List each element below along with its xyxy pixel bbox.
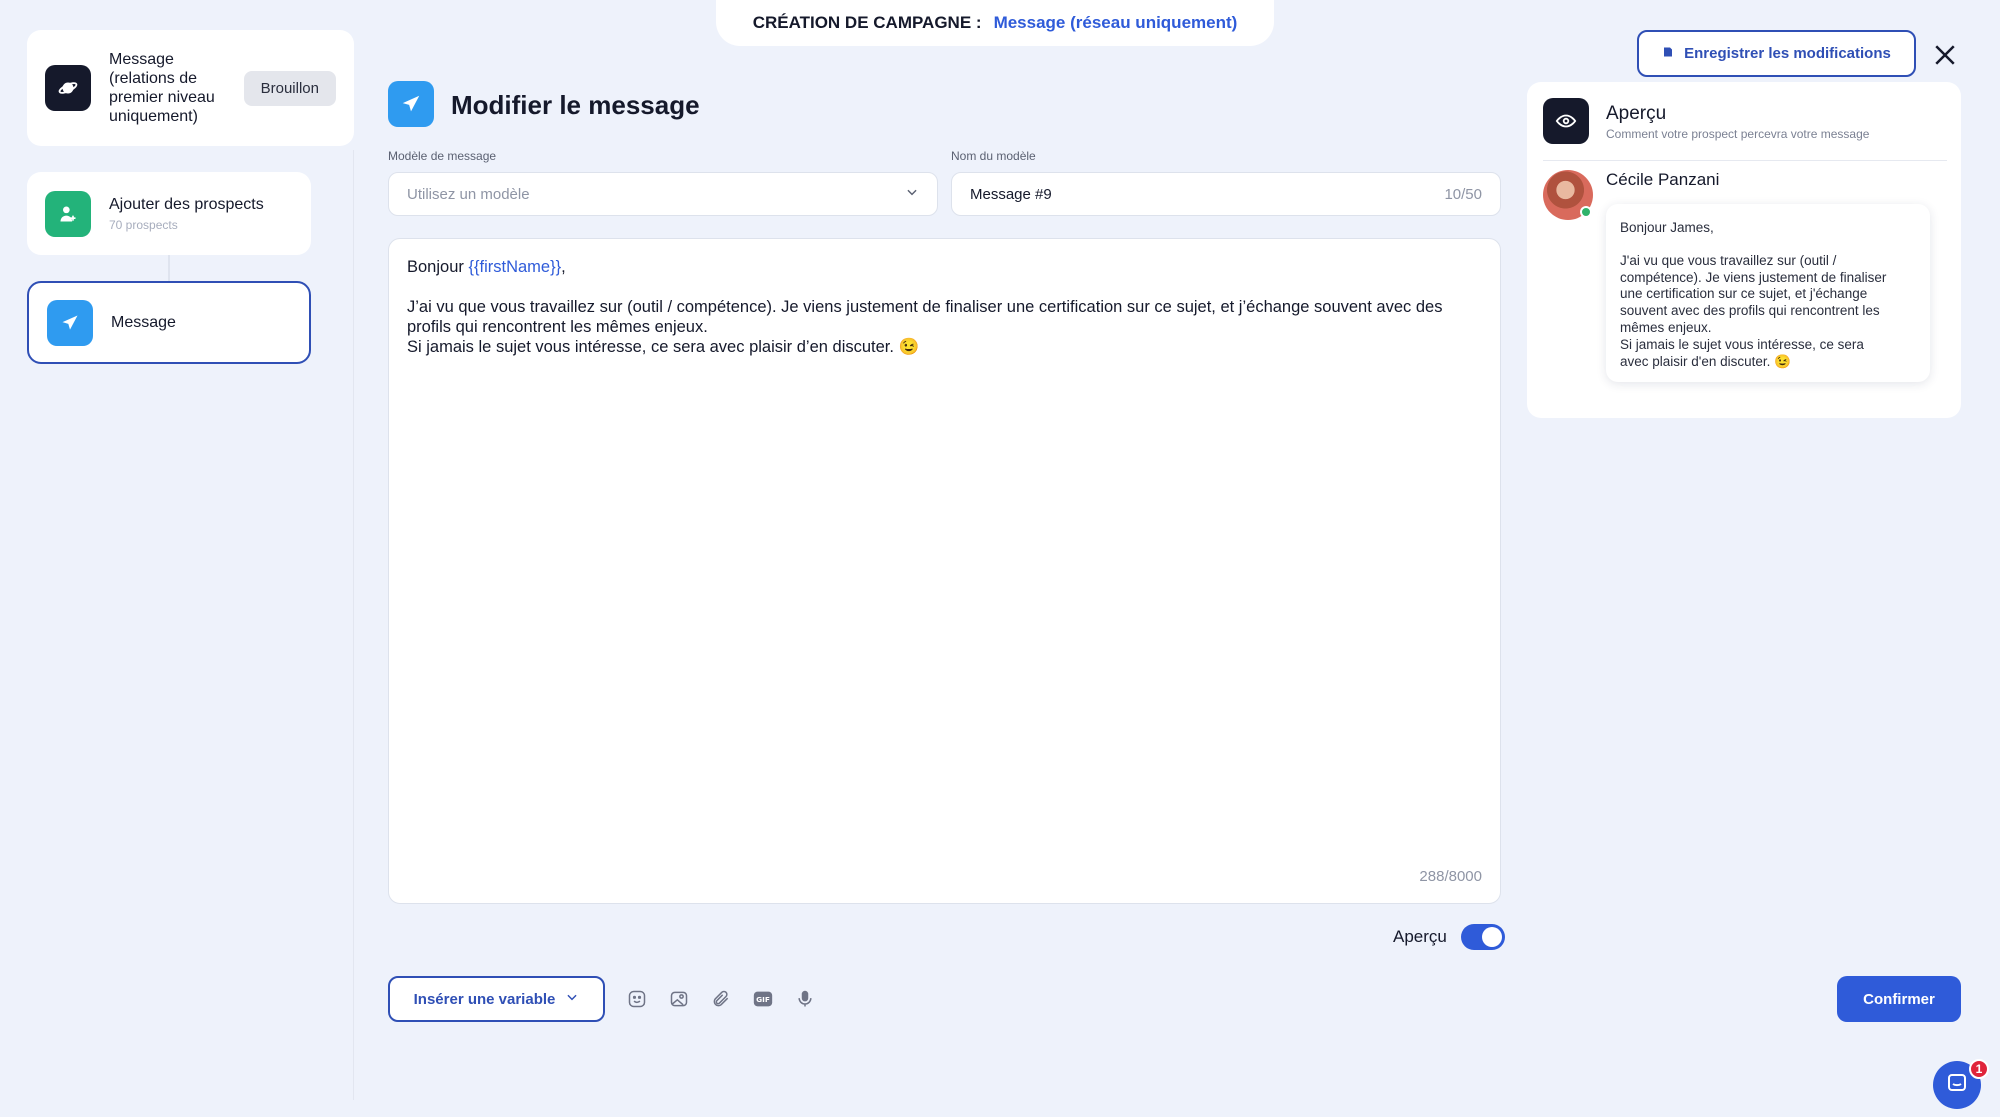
chat-icon (1945, 1071, 1969, 1100)
paper-plane-icon (47, 299, 93, 346)
image-icon[interactable] (667, 987, 691, 1011)
confirm-button[interactable]: Confirmer (1837, 976, 1961, 1022)
bubble-line: mêmes enjeux. (1620, 319, 1712, 335)
emoji-icon[interactable] (625, 987, 649, 1011)
close-icon[interactable] (1930, 40, 1960, 70)
preview-title: Aperçu (1606, 103, 1667, 124)
save-icon (1662, 45, 1674, 62)
status-badge: Brouillon (243, 70, 336, 106)
template-name-value: Message #9 (970, 185, 1052, 203)
template-select[interactable]: Utilisez un modèle (388, 172, 938, 216)
preview-toggle-label: Aperçu (1393, 927, 1447, 946)
paper-plane-icon (388, 81, 434, 127)
insert-variable-label: Insérer une variable (413, 990, 556, 1008)
template-name-count: 10/50 (1444, 185, 1482, 203)
preview-panel: Aperçu Comment votre prospect percevra v… (1527, 82, 1961, 418)
message-editor[interactable]: Bonjour {{firstName}}, J’ai vu que vous … (388, 238, 1501, 904)
step-connector (168, 255, 170, 281)
bubble-line: compétence). Je viens justement de final… (1620, 269, 1887, 285)
bubble-line: avec plaisir d'en discuter. 😉 (1620, 353, 1791, 369)
template-label: Modèle de message (388, 149, 497, 163)
variable-chip: {{firstName}} (468, 258, 562, 276)
step-title: Message (relations de premier niveau uni… (109, 51, 215, 125)
preview-toggle[interactable] (1460, 924, 1505, 950)
bubble-greeting: Bonjour James, (1620, 220, 1714, 235)
attachment-icon[interactable] (709, 987, 733, 1011)
step-title: Message (111, 314, 176, 331)
template-placeholder: Utilisez un modèle (407, 185, 530, 203)
message-line: Si jamais le sujet vous intéresse, ce se… (407, 338, 920, 356)
campaign-header: CRÉATION DE CAMPAGNE : Message (réseau u… (716, 0, 1274, 46)
eye-icon (1543, 98, 1589, 144)
save-changes-label: Enregistrer les modifications (1684, 45, 1891, 62)
step-card-message-first-level[interactable]: Message (relations de premier niveau uni… (27, 30, 354, 146)
step-title: Ajouter des prospects (109, 196, 264, 213)
message-line: J’ai vu que vous travaillez sur (outil /… (407, 298, 1443, 316)
preview-toggle-row: Aperçu (1393, 924, 1505, 950)
bubble-line: une certification sur ce sujet, et j'éch… (1620, 286, 1868, 302)
divider (1543, 160, 1947, 161)
campaign-header-label: CRÉATION DE CAMPAGNE : (752, 13, 982, 32)
online-status-dot (1580, 206, 1592, 218)
bubble-line: souvent avec des profils qui rencontrent… (1620, 303, 1880, 319)
planet-icon (45, 65, 91, 111)
gif-icon[interactable]: GIF (751, 987, 775, 1011)
svg-text:GIF: GIF (756, 995, 770, 1004)
message-greeting: Bonjour {{firstName}}, (407, 258, 566, 276)
bubble-line: Si jamais le sujet vous intéresse, ce se… (1620, 336, 1864, 352)
chevron-down-icon (905, 185, 919, 203)
template-name-input[interactable]: Message #9 10/50 (951, 172, 1501, 216)
message-preview-bubble: Bonjour James, J'ai vu que vous travaill… (1606, 204, 1930, 382)
message-line: profils qui rencontrent les mêmes enjeux… (407, 318, 708, 336)
add-user-icon (45, 190, 91, 237)
template-name-label: Nom du modèle (951, 149, 1036, 163)
bubble-line: J'ai vu que vous travaillez sur (outil / (1620, 252, 1837, 268)
campaign-header-value: Message (réseau uniquement) (993, 13, 1238, 32)
contact-name: Cécile Panzani (1606, 170, 1720, 189)
step-subtitle: 70 prospects (109, 218, 178, 232)
preview-subtitle: Comment votre prospect percevra votre me… (1606, 127, 1870, 141)
save-changes-button[interactable]: Enregistrer les modifications (1637, 30, 1916, 77)
notification-badge: 1 (1969, 1059, 1989, 1079)
insert-variable-button[interactable]: Insérer une variable (388, 976, 605, 1022)
microphone-icon[interactable] (793, 987, 817, 1011)
chevron-down-icon (565, 990, 579, 1008)
step-card-add-prospects[interactable]: Ajouter des prospects 70 prospects (27, 172, 311, 255)
step-card-message[interactable]: Message (27, 281, 311, 364)
character-count: 288/8000 (1419, 868, 1482, 885)
page-title: Modifier le message (451, 90, 700, 120)
sidebar-divider (353, 150, 354, 1100)
